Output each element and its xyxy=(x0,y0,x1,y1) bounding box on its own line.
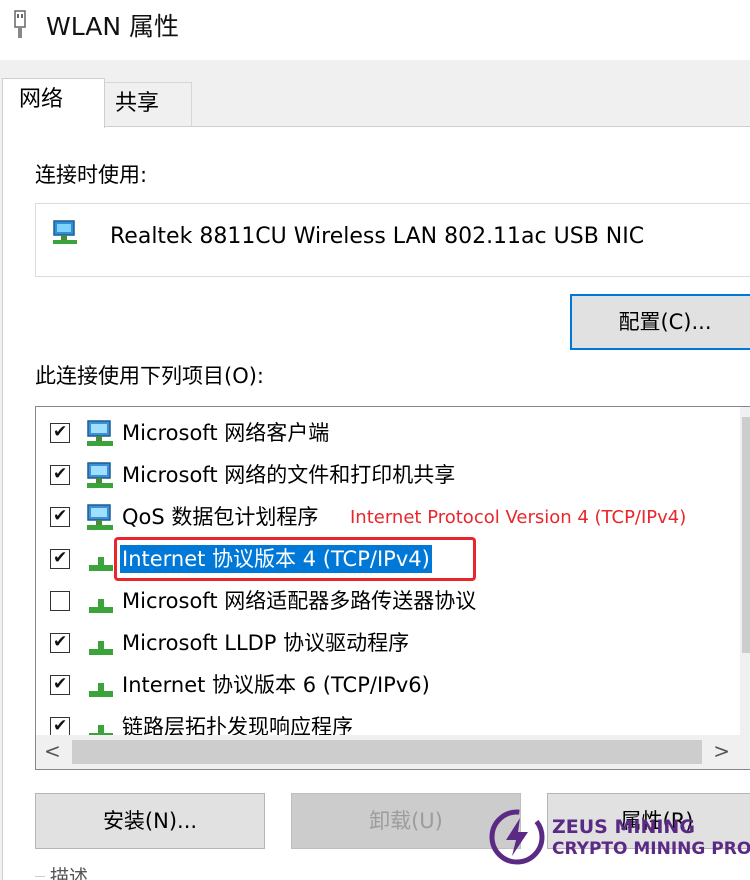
list-item[interactable]: ✔ Microsoft LLDP 协议驱动程序 xyxy=(36,624,736,662)
network-client-icon xyxy=(84,461,118,491)
description-label: 描述 xyxy=(50,866,89,880)
item-checkbox[interactable]: ✔ xyxy=(50,716,70,737)
items-list[interactable]: ✔ Microsoft 网络客户端 ✔ Microsoft 网络的文件和打印机共享 ✔ Q… xyxy=(35,406,750,770)
configure-button[interactable]: 配置(C)... xyxy=(570,294,750,350)
install-button[interactable]: 安装(N)... xyxy=(35,793,265,849)
checkmark-icon: ✔ xyxy=(53,422,68,442)
protocol-icon xyxy=(84,587,118,617)
list-item[interactable]: ✔ Microsoft 网络的文件和打印机共享 xyxy=(36,456,736,494)
checkmark-icon: ✔ xyxy=(53,674,68,694)
item-checkbox[interactable]: ✔ xyxy=(50,422,70,443)
item-checkbox[interactable]: ✔ xyxy=(50,464,70,485)
item-label: Microsoft 网络的文件和打印机共享 xyxy=(122,463,456,487)
title-bar: WLAN 属性 xyxy=(0,0,750,60)
vertical-scrollbar[interactable] xyxy=(740,407,750,737)
checkmark-icon: ✔ xyxy=(53,632,68,652)
horizontal-scroll-thumb[interactable] xyxy=(72,740,702,764)
checkmark-icon: ✔ xyxy=(53,464,68,484)
network-client-icon xyxy=(84,503,118,533)
window-title: WLAN 属性 xyxy=(46,12,179,41)
watermark-line1: ZEUS MINING xyxy=(552,816,695,838)
list-item[interactable]: ✔ Internet 协议版本 4 (TCP/IPv4) xyxy=(36,537,736,581)
vertical-scroll-thumb[interactable] xyxy=(742,417,750,653)
item-label: Microsoft 网络适配器多路传送器协议 xyxy=(122,589,477,613)
protocol-icon xyxy=(84,629,118,659)
tab-network-label: 网络 xyxy=(19,87,64,112)
network-adapter-icon xyxy=(53,220,77,244)
item-checkbox[interactable]: ✔ xyxy=(50,674,70,695)
adapter-name: Realtek 8811CU Wireless LAN 802.11ac USB… xyxy=(110,224,645,249)
list-item[interactable]: Microsoft 网络适配器多路传送器协议 xyxy=(36,582,736,620)
item-label: QoS 数据包计划程序 xyxy=(122,505,319,529)
checkmark-icon: ✔ xyxy=(53,506,68,526)
tab-sharing-label: 共享 xyxy=(115,91,160,116)
list-item[interactable]: ✔ Internet 协议版本 6 (TCP/IPv6) xyxy=(36,666,736,704)
checkmark-icon: ✔ xyxy=(53,716,68,736)
watermark-logo: ZEUS MINING CRYPTO MINING PRO xyxy=(480,806,750,872)
scroll-right-icon[interactable]: > xyxy=(713,739,730,763)
tab-sharing[interactable]: 共享 xyxy=(104,82,192,126)
protocol-icon xyxy=(84,545,118,575)
lightning-icon xyxy=(489,809,545,865)
network-adapter-icon xyxy=(14,10,26,38)
item-checkbox[interactable]: ✔ xyxy=(50,506,70,527)
highlight-box xyxy=(114,537,476,581)
description-group-line xyxy=(35,876,45,877)
watermark-line2: CRYPTO MINING PRO xyxy=(552,839,750,859)
items-label: 此连接使用下列项目(O): xyxy=(35,364,264,388)
protocol-icon xyxy=(84,671,118,701)
item-checkbox[interactable]: ✔ xyxy=(50,548,70,569)
list-item[interactable]: ✔ Microsoft 网络客户端 xyxy=(36,414,736,452)
horizontal-scrollbar[interactable]: < > xyxy=(36,735,750,769)
tab-network[interactable]: 网络 xyxy=(2,78,105,128)
scroll-left-icon[interactable]: < xyxy=(44,739,61,763)
item-label: Microsoft LLDP 协议驱动程序 xyxy=(122,631,410,655)
item-label: Microsoft 网络客户端 xyxy=(122,421,330,445)
item-label: Internet 协议版本 6 (TCP/IPv6) xyxy=(122,673,430,697)
item-checkbox[interactable]: ✔ xyxy=(50,632,70,653)
checkmark-icon: ✔ xyxy=(53,548,68,568)
item-checkbox[interactable] xyxy=(50,591,70,611)
annotation-text: Internet Protocol Version 4 (TCP/IPv4) xyxy=(350,507,687,528)
connect-using-label: 连接时使用: xyxy=(35,163,148,187)
network-client-icon xyxy=(84,419,118,449)
adapter-box: Realtek 8811CU Wireless LAN 802.11ac USB… xyxy=(35,203,750,277)
